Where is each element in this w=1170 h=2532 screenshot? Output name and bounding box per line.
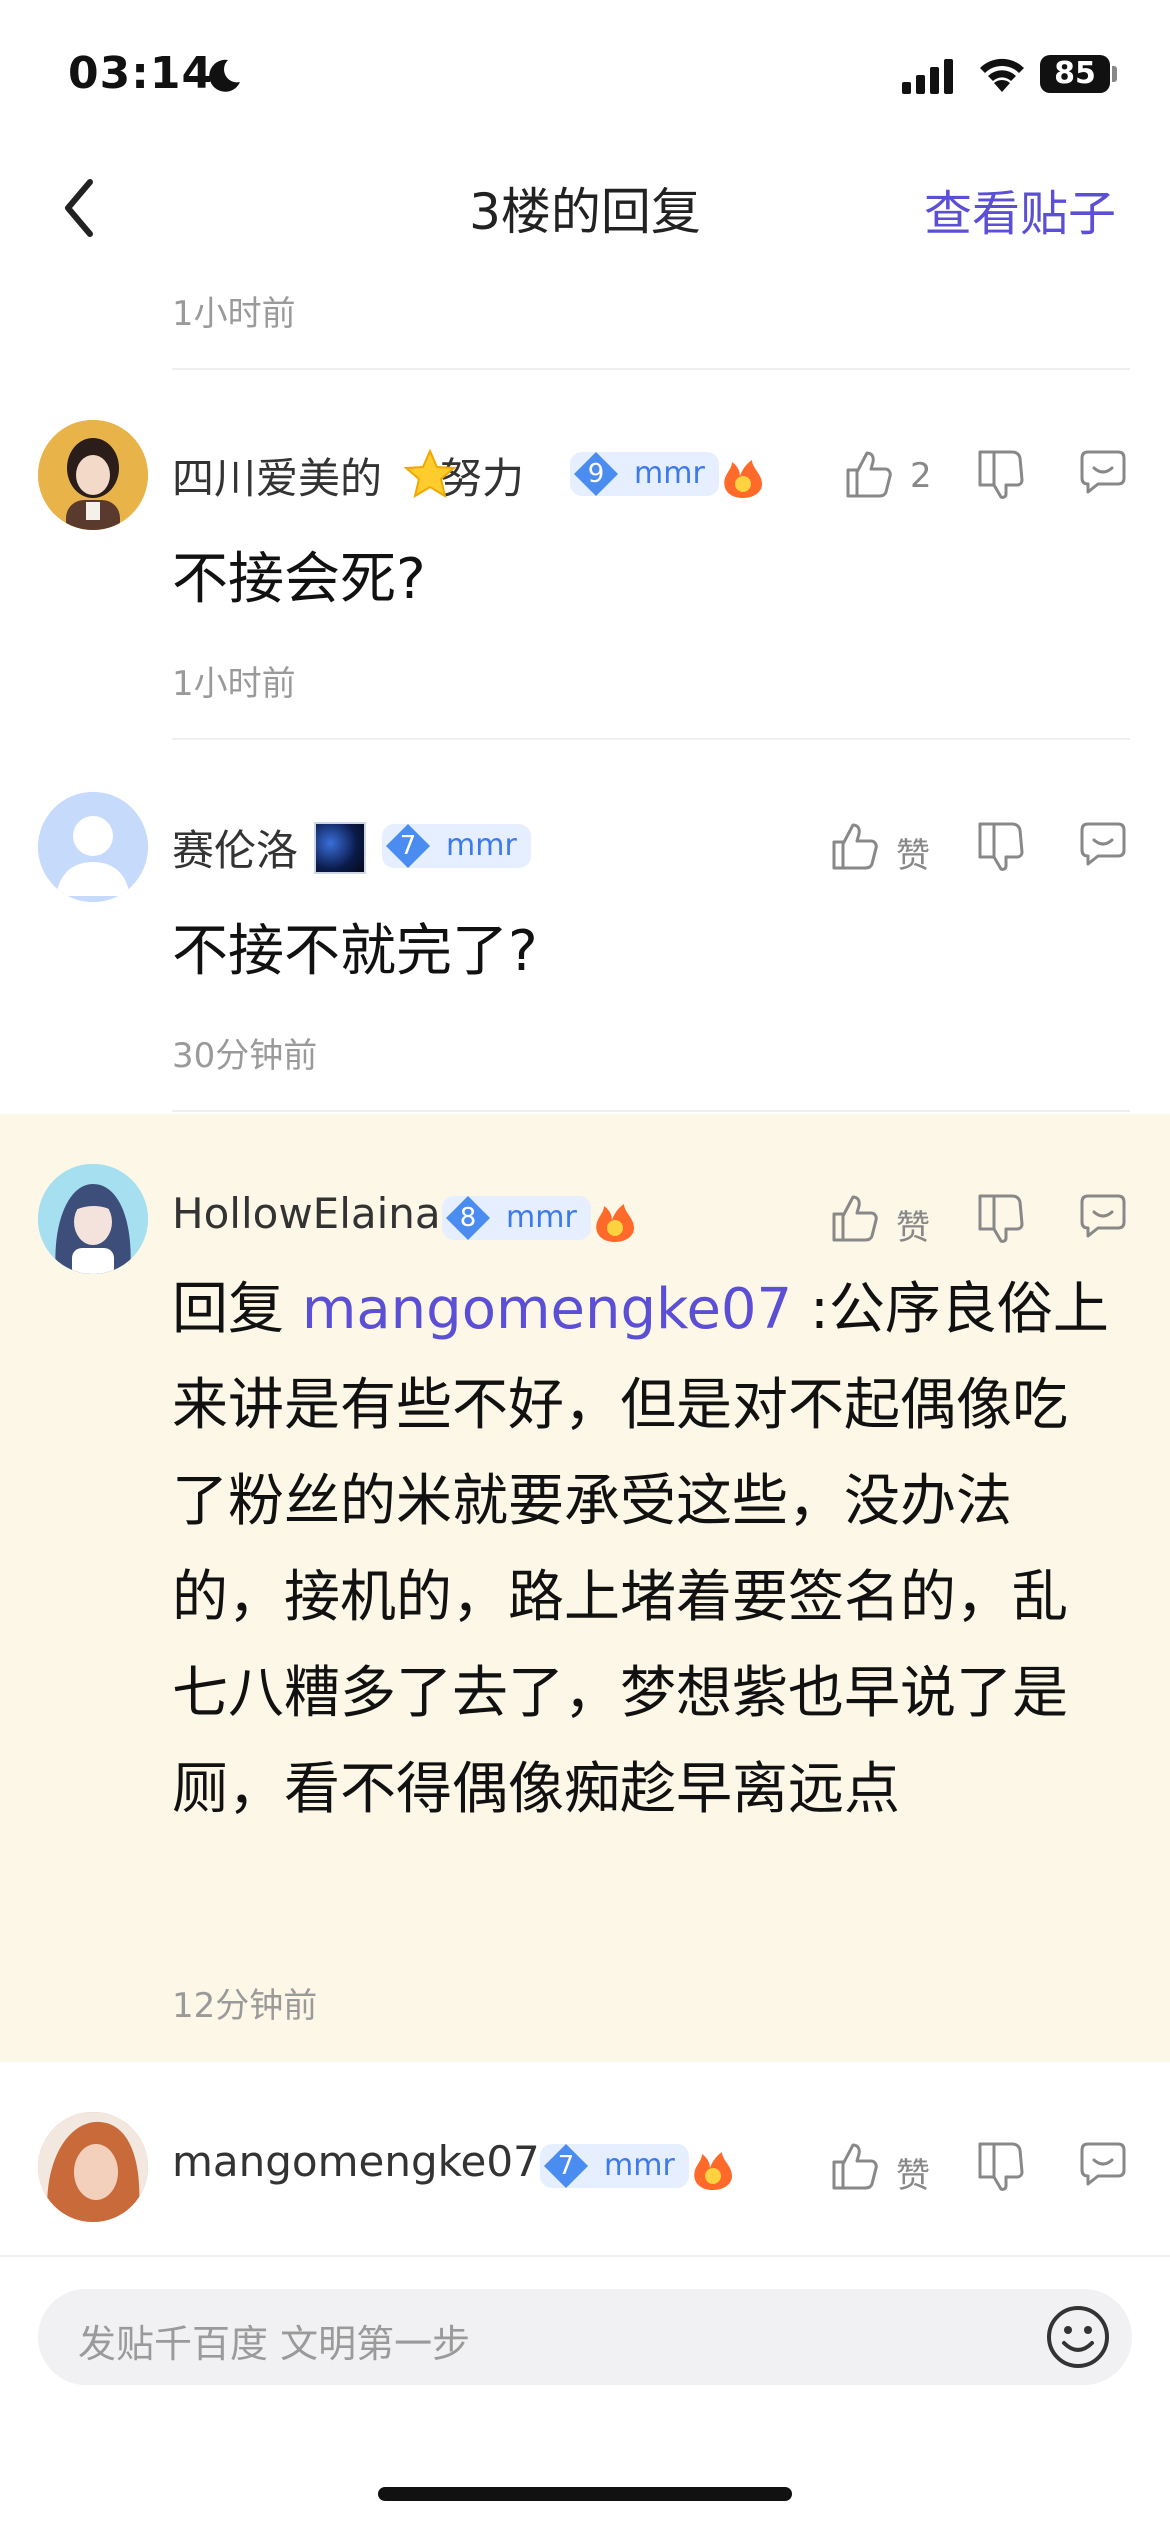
thumbs-down-icon — [978, 450, 1024, 499]
avatar[interactable] — [38, 420, 148, 530]
dislike-button[interactable] — [976, 820, 1036, 880]
avatar[interactable] — [38, 1164, 148, 1274]
comment-item: 四川爱美的 努力 9 mmr 2 不接会死? 1小时前 — [0, 370, 1170, 742]
thumbs-up-icon — [832, 1195, 878, 1242]
fire-icon — [596, 1204, 634, 1242]
comment-text: :公序良俗上来讲是有些不好，但是对不起偶像吃了粉丝的米就要承受这些，没办法的，接… — [172, 1277, 1109, 1822]
mention-link[interactable]: mangomengke07 — [302, 1277, 792, 1342]
thumbs-down-icon — [978, 1194, 1024, 1243]
thumbs-down-icon — [978, 822, 1024, 871]
like-button[interactable]: 赞 — [830, 2140, 940, 2200]
comment-item: mangomengke07 7 mmr 赞 — [0, 2062, 1170, 2262]
thumbs-up-icon — [832, 2143, 878, 2190]
thumbs-down-icon — [978, 2142, 1024, 2191]
comment-content: 不接会死? — [172, 547, 426, 612]
avatar-image — [38, 1164, 148, 1274]
reply-button[interactable] — [1078, 1192, 1138, 1252]
comment-content: 回复 mangomengke07 :公序良俗上来讲是有些不好，但是对不起偶像吃了… — [172, 1262, 1110, 1838]
dislike-button[interactable] — [976, 1192, 1036, 1252]
comment-icon — [1080, 822, 1126, 866]
username[interactable]: 赛伦洛 — [172, 817, 298, 878]
reply-button[interactable] — [1078, 2140, 1138, 2200]
like-button[interactable]: 赞 — [830, 1192, 940, 1252]
bottom-input-bar: 发贴千百度 文明第一步 — [0, 2255, 1170, 2532]
like-button[interactable]: 2 — [844, 448, 954, 508]
input-placeholder: 发贴千百度 文明第一步 — [78, 2322, 471, 2366]
avatar[interactable] — [38, 792, 148, 902]
home-indicator[interactable] — [378, 2487, 792, 2501]
dislike-button[interactable] — [976, 448, 1036, 508]
thumbs-up-icon — [832, 823, 878, 870]
comment-item: 赛伦洛 7 mmr 赞 不接不就完了? 30分钟前 — [0, 742, 1170, 1114]
username[interactable]: HollowElaina — [172, 1189, 441, 1238]
level-badge: 8 mmr — [442, 1196, 591, 1240]
comment-item-highlighted: HollowElaina 8 mmr 赞 回复 mangomengke07 :公… — [0, 1114, 1170, 2062]
emoji-icon[interactable] — [1044, 2303, 1112, 2371]
time-ago: 1小时前 — [172, 664, 296, 704]
username[interactable]: 四川爱美的 努力 — [172, 445, 524, 506]
star-icon — [403, 448, 457, 499]
dislike-button[interactable] — [976, 2140, 1036, 2200]
comment-icon — [1080, 1194, 1126, 1238]
divider — [172, 738, 1130, 740]
avatar-image — [38, 2112, 148, 2222]
wifi-icon — [980, 58, 1024, 92]
comment-icon — [1080, 2142, 1126, 2186]
view-post-link[interactable]: 查看贴子 — [924, 174, 1116, 244]
reply-prefix: 回复 — [172, 1277, 302, 1342]
time-ago: 30分钟前 — [172, 1036, 318, 1076]
status-bar: 03:14 85 — [0, 0, 1170, 140]
username[interactable]: mangomengke07 — [172, 2137, 540, 2186]
level-badge: 9 mmr — [570, 452, 719, 496]
default-avatar-icon — [38, 792, 148, 902]
thumbs-up-icon — [846, 451, 892, 498]
reply-button[interactable] — [1078, 448, 1138, 508]
battery-indicator: 85 — [1040, 55, 1110, 93]
time-ago: 1小时前 — [172, 294, 296, 334]
comment-input[interactable]: 发贴千百度 文明第一步 — [38, 2289, 1132, 2385]
comment-content: 不接不就完了? — [172, 919, 538, 984]
fire-icon — [724, 460, 762, 498]
battery-tip — [1112, 66, 1117, 82]
comment-icon — [1080, 450, 1126, 494]
status-time: 03:14 — [68, 48, 214, 99]
moon-icon — [209, 59, 240, 92]
fire-icon — [694, 2152, 732, 2190]
level-badge: 7 mmr — [540, 2144, 689, 2188]
time-ago: 12分钟前 — [172, 1986, 318, 2026]
like-button[interactable]: 赞 — [830, 820, 940, 880]
nav-bar: 3楼的回复 查看贴子 — [0, 150, 1170, 260]
avatar-image — [38, 420, 148, 530]
signal-icon — [902, 59, 953, 94]
level-badge: 7 mmr — [382, 824, 531, 868]
avatar[interactable] — [38, 2112, 148, 2222]
reply-button[interactable] — [1078, 820, 1138, 880]
galaxy-icon — [314, 822, 366, 874]
divider — [172, 1110, 1130, 1112]
